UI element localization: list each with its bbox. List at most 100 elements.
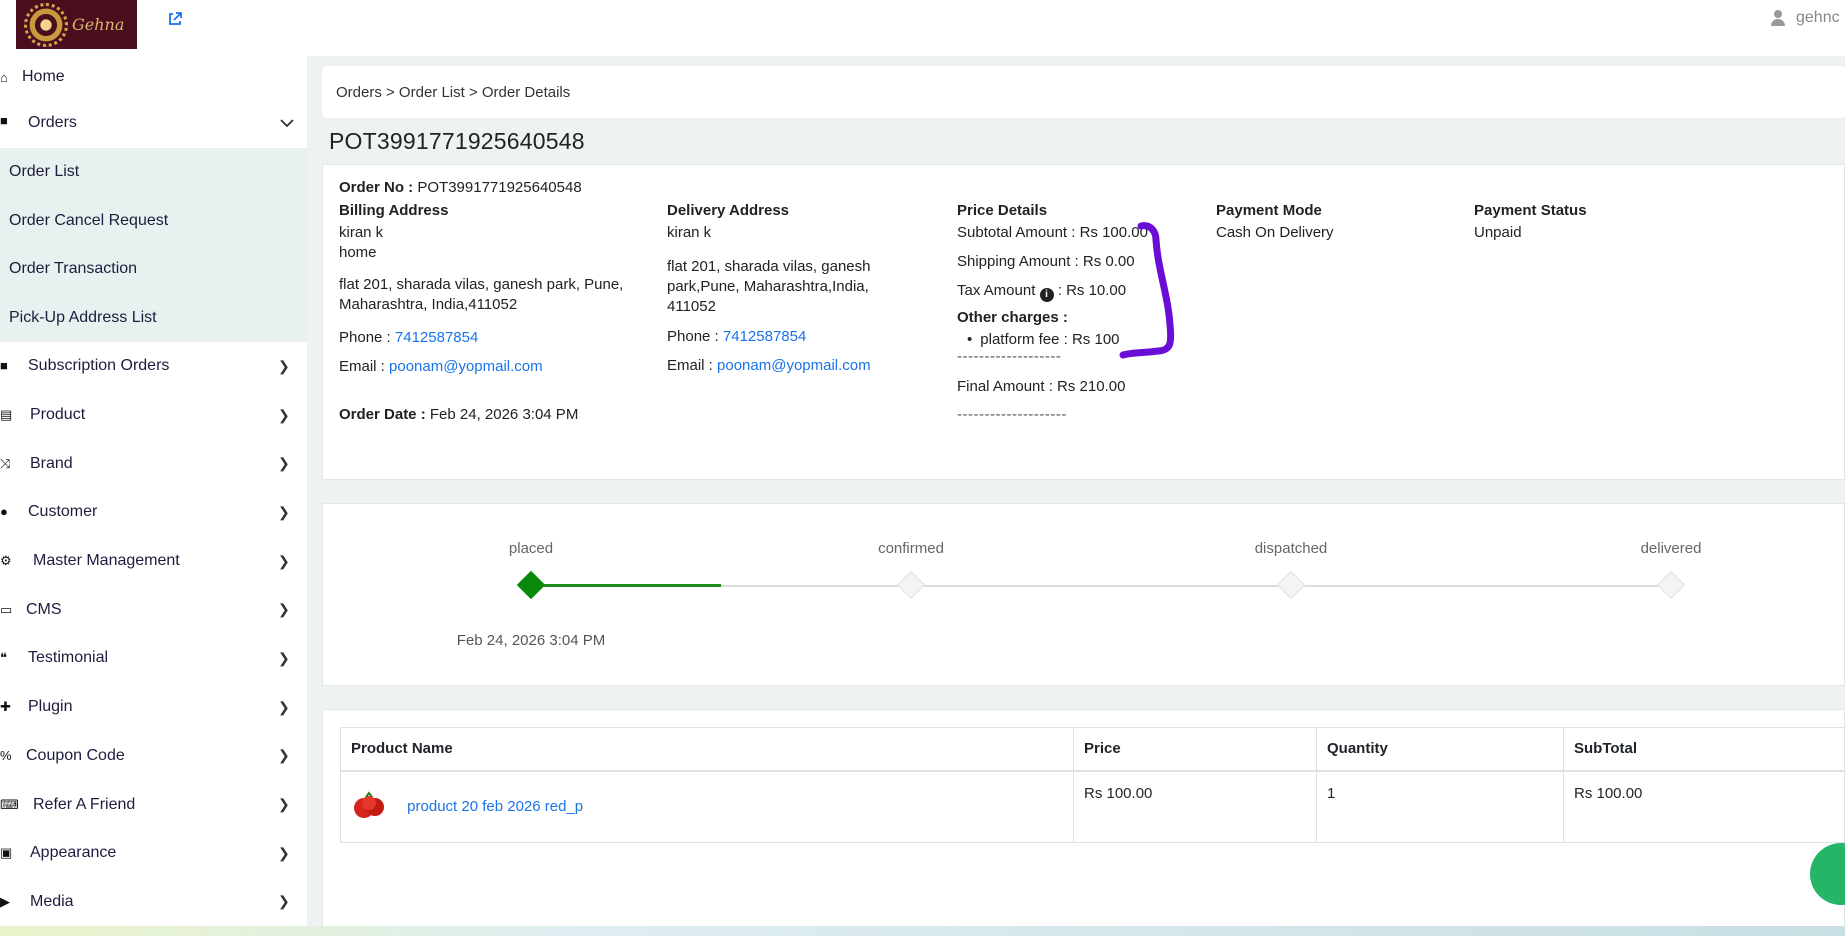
delivery-phone-link[interactable]: 7412587854: [723, 328, 806, 345]
billing-address-heading: Billing Address: [339, 202, 449, 219]
sidebar-item-orders[interactable]: ■ Orders: [0, 98, 307, 148]
column-header-product-name: Product Name: [340, 727, 1074, 772]
sidebar-item-subscription-orders[interactable]: ■ Subscription Orders ❯: [0, 342, 307, 391]
subtotal-cell: Rs 100.00: [1563, 770, 1845, 843]
brand-logo[interactable]: Gehna: [16, 0, 137, 49]
billing-phone-row: Phone : 7412587854: [339, 328, 478, 348]
sidebar-item-label: Home: [22, 68, 65, 85]
sidebar-item-customer[interactable]: ● Customer ❯: [0, 488, 307, 537]
keyboard-icon: ⌨: [0, 796, 19, 812]
page-title: POT3991771925640548: [329, 128, 585, 154]
chevron-right-icon: ❯: [278, 552, 290, 569]
submenu-pickup-address-list[interactable]: Pick-Up Address List: [0, 294, 307, 343]
sidebar-item-cms[interactable]: ▭ CMS ❯: [0, 585, 307, 634]
user-gear-icon: ⚙: [0, 553, 12, 569]
sidebar-item-label: Orders: [28, 114, 77, 131]
sidebar-item-label: Appearance: [30, 844, 117, 862]
column-header-price: Price: [1073, 727, 1317, 772]
delivery-phone-row: Phone : 7412587854: [667, 327, 806, 347]
bottom-strip: [0, 926, 1845, 936]
delivery-phone-label: Phone :: [667, 328, 719, 345]
sidebar-item-label: Media: [30, 892, 74, 910]
sidebar-item-home[interactable]: ⌂ Home: [0, 56, 307, 98]
order-items-card: Product Name Price Quantity SubTotal pro…: [322, 709, 1845, 931]
timeline-node-dispatched: [1276, 570, 1306, 600]
billing-phone-label: Phone :: [339, 329, 391, 346]
order-date-label: Order Date :: [339, 406, 426, 423]
sidebar-item-label: Master Management: [33, 552, 180, 570]
chevron-down-icon: [280, 115, 294, 131]
home-icon: ⌂: [0, 70, 8, 85]
tax-amount-value: : Rs 10.00: [1057, 282, 1127, 299]
sidebar-item-coupon-code[interactable]: % Coupon Code ❯: [0, 732, 307, 781]
user-menu[interactable]: gehnc: [1770, 9, 1840, 27]
sidebar-item-label: Plugin: [28, 698, 73, 716]
image-icon: ▣: [0, 845, 13, 861]
sidebar-item-brand[interactable]: ⤨ Brand ❯: [0, 439, 307, 488]
column-header-subtotal: SubTotal: [1563, 727, 1845, 772]
external-link-icon[interactable]: [167, 11, 183, 32]
billing-type: home: [339, 244, 377, 261]
sidebar-item-label: Coupon Code: [26, 746, 125, 764]
price-divider-2: --------------------: [957, 406, 1067, 423]
chevron-right-icon: ❯: [278, 503, 290, 520]
submenu-order-list[interactable]: Order List: [0, 148, 307, 197]
billing-name: kiran k: [339, 224, 384, 241]
timeline-node-delivered: [1656, 570, 1686, 600]
order-number-row: Order No : POT3991771925640548: [339, 178, 582, 198]
sidebar-item-master-management[interactable]: ⚙ Master Management ❯: [0, 537, 307, 586]
chevron-right-icon: ❯: [278, 893, 290, 910]
product-name-link[interactable]: product 20 feb 2026 red_p: [407, 797, 583, 814]
delivery-name: kiran k: [667, 224, 712, 241]
billing-email-link[interactable]: poonam@yopmail.com: [389, 358, 543, 375]
timeline-progress: [531, 584, 721, 587]
archive-icon: ▤: [0, 407, 13, 423]
sidebar: ⌂ Home ■ Orders Order List Order Cancel …: [0, 56, 307, 926]
sidebar-item-media[interactable]: ▶ Media ❯: [0, 878, 307, 926]
order-no-label: Order No :: [339, 179, 414, 196]
column-header-quantity: Quantity: [1316, 727, 1564, 772]
billing-email-row: Email : poonam@yopmail.com: [339, 357, 543, 377]
product-name-cell: product 20 feb 2026 red_p: [340, 770, 1074, 843]
sidebar-item-label: Brand: [30, 454, 73, 472]
sidebar-item-label: Testimonial: [28, 649, 109, 667]
order-status-timeline: placed confirmed dispatched delivered Fe…: [322, 503, 1845, 686]
delivery-email-label: Email :: [667, 357, 713, 374]
table-row: product 20 feb 2026 red_p Rs 100.00 1 Rs…: [340, 770, 1845, 843]
chevron-right-icon: ❯: [278, 649, 290, 666]
logo-emblem-icon: [24, 2, 68, 47]
bullet-icon: •: [967, 331, 973, 348]
chevron-right-icon: ❯: [278, 698, 290, 715]
price-cell: Rs 100.00: [1073, 770, 1317, 843]
delivery-email-link[interactable]: poonam@yopmail.com: [717, 357, 871, 374]
bag-icon: ■: [0, 113, 8, 128]
orders-submenu: Order List Order Cancel Request Order Tr…: [0, 148, 307, 342]
timeline-node-confirmed: [896, 570, 926, 600]
logo-text: Gehna: [72, 15, 125, 34]
chevron-right-icon: ❯: [278, 844, 290, 861]
chevron-right-icon: ❯: [278, 406, 290, 423]
order-items-table: Product Name Price Quantity SubTotal pro…: [340, 727, 1845, 843]
tax-amount-label: Tax Amount: [957, 282, 1036, 299]
submenu-order-transaction[interactable]: Order Transaction: [0, 245, 307, 294]
percent-icon: %: [0, 747, 12, 763]
play-icon: ▶: [0, 893, 10, 909]
timeline-label-delivered: delivered: [1640, 540, 1702, 557]
sidebar-item-testimonial[interactable]: ❝ Testimonial ❯: [0, 634, 307, 683]
sidebar-item-plugin[interactable]: ✚ Plugin ❯: [0, 683, 307, 732]
delivery-address-text: flat 201, sharada vilas, ganesh park,Pun…: [667, 258, 871, 315]
chevron-right-icon: ❯: [278, 601, 290, 618]
billing-phone-link[interactable]: 7412587854: [395, 329, 478, 346]
payment-status-value: Unpaid: [1474, 224, 1522, 241]
chevron-right-icon: ❯: [278, 357, 290, 374]
breadcrumb-text[interactable]: Orders > Order List > Order Details: [336, 84, 570, 101]
submenu-order-cancel-request[interactable]: Order Cancel Request: [0, 197, 307, 246]
cms-icon: ▭: [0, 601, 13, 617]
info-icon[interactable]: i: [1039, 288, 1054, 302]
order-date-row: Order Date : Feb 24, 2026 3:04 PM: [339, 405, 578, 425]
sidebar-item-refer-a-friend[interactable]: ⌨ Refer A Friend ❯: [0, 780, 307, 829]
sidebar-item-appearance[interactable]: ▣ Appearance ❯: [0, 829, 307, 878]
sidebar-item-product[interactable]: ▤ Product ❯: [0, 391, 307, 440]
tax-amount-row: Tax Amount i : Rs 10.00: [957, 281, 1126, 302]
sidebar-item-label: Refer A Friend: [33, 795, 136, 813]
